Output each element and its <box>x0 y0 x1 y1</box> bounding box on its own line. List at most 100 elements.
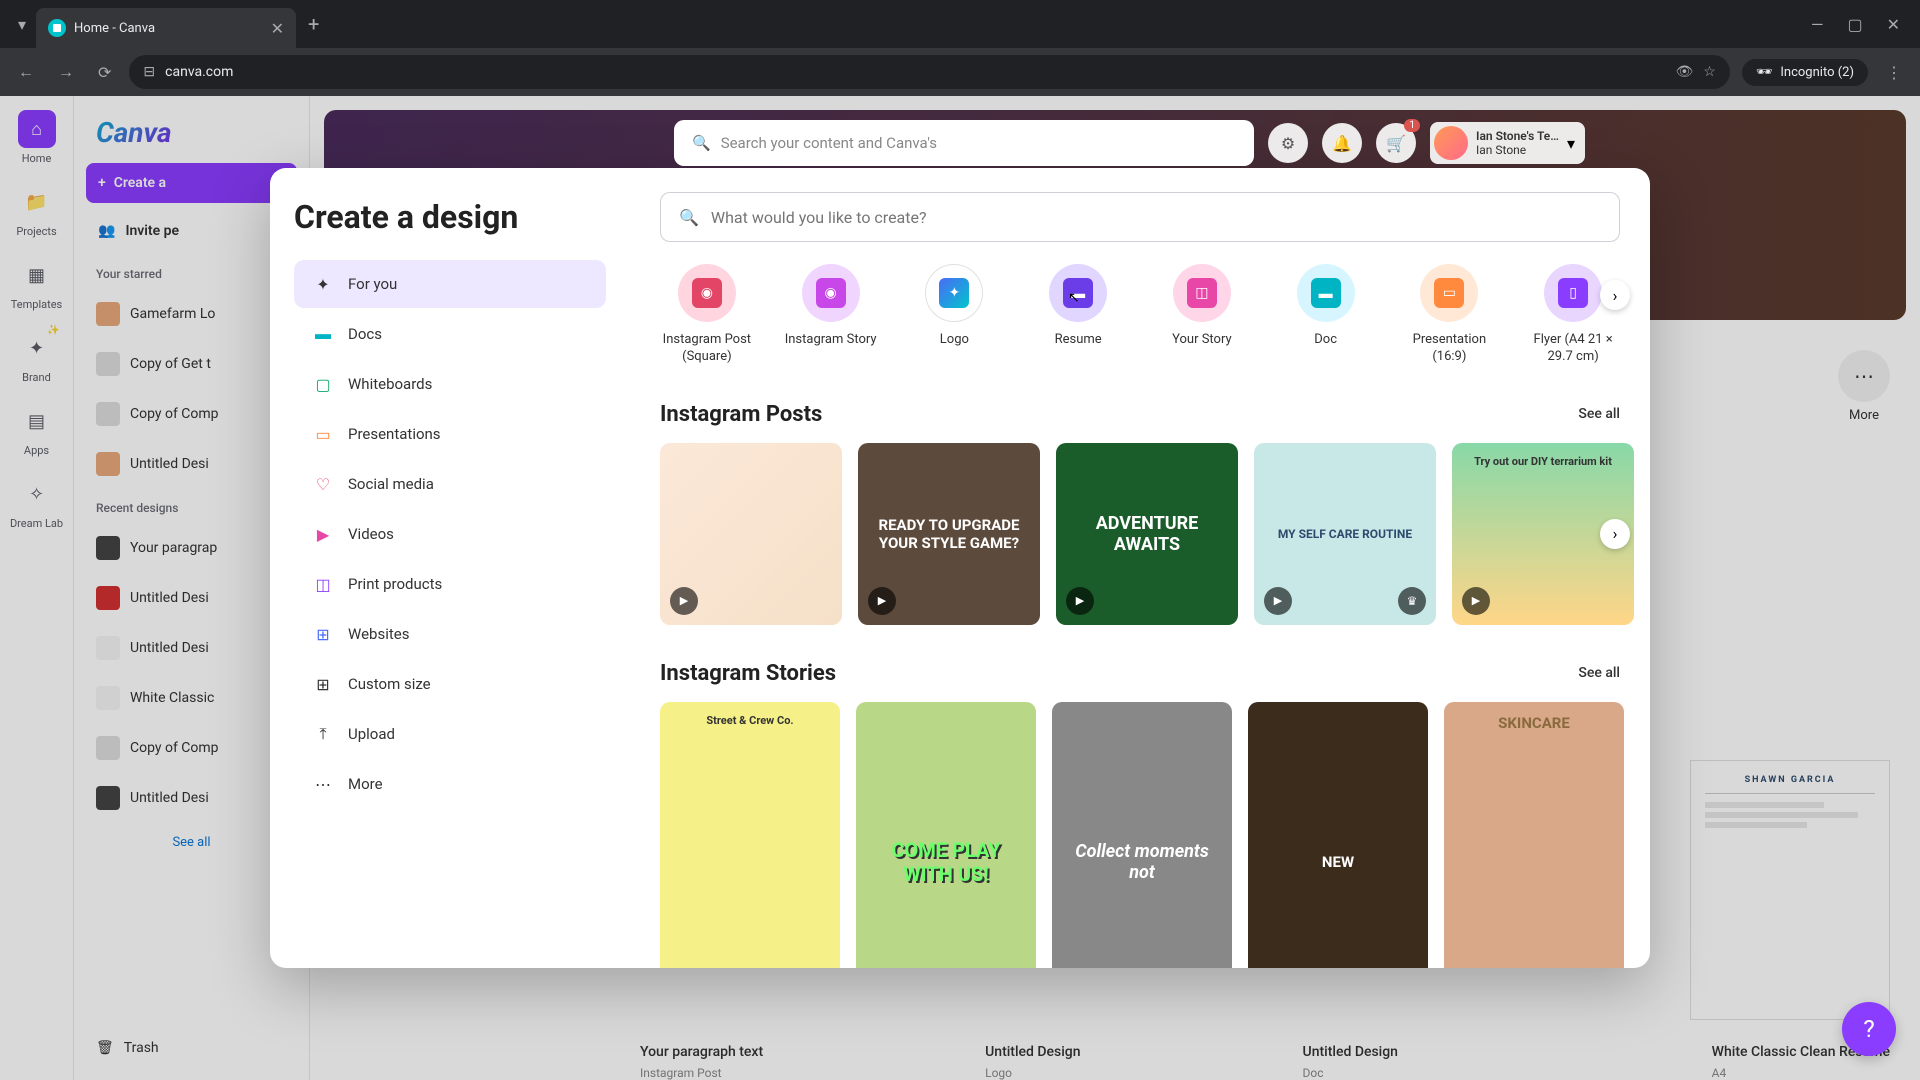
eye-off-icon[interactable]: 👁 <box>1676 64 1694 80</box>
page-content: ⌂ Home 📁 Projects ▦ Templates ✦ Brand ▤ … <box>0 96 1920 1080</box>
type-circle: ▬ <box>1297 264 1355 322</box>
type-logo[interactable]: ✦Logo <box>908 264 1002 366</box>
type-circle: ▭ <box>1420 264 1478 322</box>
cart-button[interactable]: 🛒 <box>1376 123 1416 163</box>
reload-button[interactable]: ⟳ <box>92 57 117 88</box>
category-presentations[interactable]: ▭Presentations <box>294 410 606 458</box>
play-icon: ▶ <box>868 587 896 615</box>
type-circle: ▯ <box>1544 264 1602 322</box>
flyer-icon: ▯ <box>1558 278 1588 308</box>
type-instagram-post[interactable]: ◉Instagram Post (Square) <box>660 264 754 366</box>
template-thumb[interactable]: NEW <box>1248 702 1428 968</box>
category-videos[interactable]: ▶Videos <box>294 510 606 558</box>
section-title: Instagram Stories <box>660 661 836 686</box>
forward-button[interactable]: → <box>52 56 80 88</box>
incognito-indicator[interactable]: 🕶 Incognito (2) <box>1742 59 1868 86</box>
print-icon: ◫ <box>312 573 334 595</box>
sparkle-icon: ✦ <box>312 273 334 295</box>
category-for-you[interactable]: ✦For you <box>294 260 606 308</box>
play-icon: ▶ <box>670 587 698 615</box>
template-thumb[interactable]: Collect moments not <box>1052 702 1232 968</box>
type-circle: ◫ <box>1173 264 1231 322</box>
play-icon: ▶ <box>1066 587 1094 615</box>
website-icon: ⊞ <box>312 623 334 645</box>
modal-search-field[interactable] <box>711 208 1601 227</box>
type-flyer[interactable]: ▯Flyer (A4 21 × 29.7 cm) <box>1526 264 1620 366</box>
maximize-icon[interactable]: ▢ <box>1847 15 1862 34</box>
global-search[interactable]: 🔍 Search your content and Canva's <box>674 120 1254 166</box>
design-type-row: ◉Instagram Post (Square) ◉Instagram Stor… <box>660 264 1620 366</box>
type-doc[interactable]: ▬Doc <box>1279 264 1373 366</box>
category-social-media[interactable]: ♡Social media <box>294 460 606 508</box>
template-thumb[interactable]: ADVENTURE AWAITS▶ <box>1056 443 1238 625</box>
stories-section-header: Instagram Stories See all <box>660 661 1620 686</box>
modal-category-sidebar: Create a design ✦For you ▬Docs ▢Whiteboa… <box>270 168 630 968</box>
address-bar[interactable]: ⊟ canva.com 👁 ☆ <box>129 55 1729 89</box>
upload-icon: ⤒ <box>312 723 334 745</box>
type-presentation[interactable]: ▭Presentation (16:9) <box>1403 264 1497 366</box>
type-instagram-story[interactable]: ◉Instagram Story <box>784 264 878 366</box>
template-thumb[interactable]: READY TO UPGRADE YOUR STYLE GAME?▶ <box>858 443 1040 625</box>
posts-section-header: Instagram Posts See all <box>660 402 1620 427</box>
see-all-posts[interactable]: See all <box>1578 406 1620 422</box>
window-controls: — ▢ ✕ <box>1811 15 1912 34</box>
template-thumb[interactable]: Street & Crew Co. <box>660 702 840 968</box>
instagram-posts-row: ▶ READY TO UPGRADE YOUR STYLE GAME?▶ ADV… <box>660 443 1620 625</box>
help-button[interactable]: ? <box>1842 1002 1896 1056</box>
incognito-icon: 🕶 <box>1756 65 1773 80</box>
active-tab[interactable]: Home - Canva ✕ <box>36 8 296 48</box>
settings-button[interactable]: ⚙ <box>1268 123 1308 163</box>
instagram-post-icon: ◉ <box>692 278 722 308</box>
canva-favicon <box>48 19 66 37</box>
category-upload[interactable]: ⤒Upload <box>294 710 606 758</box>
question-icon: ? <box>1863 1015 1874 1043</box>
type-your-story[interactable]: ◫Your Story <box>1155 264 1249 366</box>
search-icon: 🔍 <box>692 134 711 152</box>
resume-icon: ▬ <box>1063 278 1093 308</box>
incognito-label: Incognito (2) <box>1780 65 1854 80</box>
instagram-stories-row: Street & Crew Co. COME PLAY WITH US! Col… <box>660 702 1620 968</box>
custom-size-icon: ⊞ <box>312 673 334 695</box>
close-tab-icon[interactable]: ✕ <box>271 19 284 38</box>
search-placeholder: Search your content and Canva's <box>721 134 937 152</box>
user-avatar <box>1434 126 1468 160</box>
category-print[interactable]: ◫Print products <box>294 560 606 608</box>
template-thumb[interactable]: SKINCARE <box>1444 702 1624 968</box>
top-bar: 🔍 Search your content and Canva's ⚙ 🔔 🛒 … <box>310 120 1920 166</box>
see-all-stories[interactable]: See all <box>1578 665 1620 681</box>
chevron-right-icon: › <box>1613 524 1618 543</box>
browser-menu-icon[interactable]: ⋮ <box>1880 57 1908 88</box>
category-websites[interactable]: ⊞Websites <box>294 610 606 658</box>
whiteboard-icon: ▢ <box>312 373 334 395</box>
category-more[interactable]: ⋯More <box>294 760 606 808</box>
tab-search-dropdown[interactable]: ▾ <box>8 10 36 38</box>
new-tab-button[interactable]: + <box>296 12 331 36</box>
account-menu[interactable]: Ian Stone's Te… Ian Stone ▾ <box>1430 122 1585 164</box>
modal-search-input[interactable]: 🔍 <box>660 192 1620 242</box>
bookmark-star-icon[interactable]: ☆ <box>1703 64 1716 80</box>
template-thumb[interactable]: MY SELF CARE ROUTINE▶♛ <box>1254 443 1436 625</box>
site-info-icon[interactable]: ⊟ <box>143 64 155 80</box>
modal-title: Create a design <box>294 198 606 236</box>
scroll-right-button[interactable]: › <box>1600 280 1630 310</box>
user-info: Ian Stone's Te… Ian Stone <box>1476 129 1559 158</box>
template-thumb[interactable]: COME PLAY WITH US! <box>856 702 1036 968</box>
category-whiteboards[interactable]: ▢Whiteboards <box>294 360 606 408</box>
gear-icon: ⚙ <box>1281 134 1295 153</box>
url-text: canva.com <box>165 64 233 80</box>
search-icon: 🔍 <box>679 208 699 227</box>
category-custom-size[interactable]: ⊞Custom size <box>294 660 606 708</box>
type-resume[interactable]: ▬Resume <box>1031 264 1125 366</box>
close-window-icon[interactable]: ✕ <box>1887 15 1900 34</box>
presentation-icon: ▭ <box>1434 278 1464 308</box>
section-title: Instagram Posts <box>660 402 822 427</box>
notifications-button[interactable]: 🔔 <box>1322 123 1362 163</box>
scroll-right-button[interactable]: › <box>1600 519 1630 549</box>
your-story-icon: ◫ <box>1187 278 1217 308</box>
minimize-icon[interactable]: — <box>1811 15 1824 34</box>
template-thumb[interactable]: ▶ <box>660 443 842 625</box>
modal-backdrop[interactable]: ✕ Create a design ✦For you ▬Docs ▢Whiteb… <box>0 96 1920 1080</box>
back-button[interactable]: ← <box>12 56 40 88</box>
category-docs[interactable]: ▬Docs <box>294 310 606 358</box>
modal-main-panel: 🔍 ◉Instagram Post (Square) ◉Instagram St… <box>630 168 1650 968</box>
